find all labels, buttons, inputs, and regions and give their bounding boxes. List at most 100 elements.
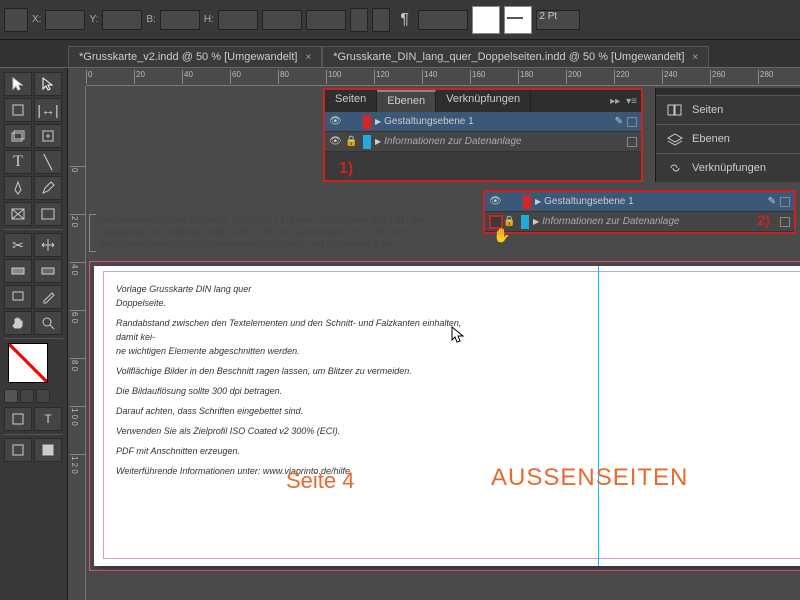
apply-none-icon[interactable] — [36, 389, 50, 403]
layer-row[interactable]: 👁 ▶ Gestaltungsebene 1 ✎ — [325, 112, 641, 132]
links-icon — [666, 161, 684, 175]
layers-icon — [666, 132, 684, 146]
zoom-tool[interactable] — [34, 311, 62, 335]
doc-tab-2[interactable]: *Grusskarte_DIN_lang_quer_Doppelseiten.i… — [322, 46, 709, 67]
disclosure-icon[interactable]: ▶ — [375, 137, 381, 146]
disclosure-icon[interactable]: ▶ — [375, 117, 381, 126]
view-mode-preview[interactable] — [34, 438, 62, 462]
selection-tool[interactable] — [4, 72, 32, 96]
dock-grip[interactable] — [656, 88, 800, 96]
template-text[interactable]: Vorlage Grusskarte DIN lang querDoppelse… — [116, 282, 466, 484]
w-field[interactable] — [160, 10, 200, 30]
select-square-icon[interactable] — [780, 197, 790, 207]
formatting-text-icon[interactable]: T — [34, 407, 62, 431]
fill-stroke-swatch[interactable] — [8, 343, 48, 383]
shear-field[interactable] — [306, 10, 346, 30]
apply-color-icon[interactable] — [4, 389, 18, 403]
page-tool[interactable] — [4, 98, 32, 122]
note-tool[interactable] — [4, 285, 32, 309]
pencil-tool[interactable] — [34, 176, 62, 200]
layer-name[interactable]: Gestaltungsebene 1 — [544, 196, 767, 207]
layer-color-icon — [363, 135, 371, 149]
visibility-icon[interactable]: 👁 — [329, 116, 345, 127]
select-square-icon[interactable] — [627, 137, 637, 147]
direct-selection-tool[interactable] — [34, 72, 62, 96]
fold-guide — [598, 266, 599, 566]
pen-target-icon[interactable]: ✎ — [768, 196, 776, 207]
h-label: H: — [204, 14, 214, 25]
pen-tool[interactable] — [4, 176, 32, 200]
x-label: X: — [32, 14, 41, 25]
close-icon[interactable]: × — [305, 52, 311, 63]
hand-cursor-icon: ✋ — [493, 227, 510, 244]
content-placer-tool[interactable] — [34, 124, 62, 148]
cursor-icon — [451, 326, 465, 344]
apply-gradient-icon[interactable] — [20, 389, 34, 403]
line-tool[interactable]: ╲ — [34, 150, 62, 174]
document-tabs: *Grusskarte_v2.indd @ 50 % [Umgewandelt]… — [0, 40, 800, 68]
fill-swatch[interactable] — [472, 6, 500, 34]
callout-bracket — [89, 214, 96, 252]
paragraph-style-field[interactable] — [418, 10, 468, 30]
content-collector-tool[interactable] — [4, 124, 32, 148]
flip-h-icon[interactable] — [350, 8, 368, 32]
tab-layers[interactable]: Ebenen — [377, 90, 436, 112]
flip-v-icon[interactable] — [372, 8, 390, 32]
visibility-icon[interactable]: 👁 — [489, 196, 505, 207]
gradient-swatch-tool[interactable] — [4, 259, 32, 283]
formatting-container-icon[interactable] — [4, 407, 32, 431]
view-mode-normal[interactable] — [4, 438, 32, 462]
lock-icon[interactable]: 🔒 — [345, 136, 359, 147]
pen-target-icon[interactable]: ✎ — [615, 116, 623, 127]
paragraph-style-icon[interactable]: ¶ — [400, 11, 409, 29]
layer-row[interactable]: 🔒 ▶ Informationen zur Datenanlage — [485, 212, 794, 232]
vertical-ruler[interactable]: 02 04 06 08 01 0 01 2 0 — [68, 86, 86, 600]
tab-pages[interactable]: Seiten — [325, 90, 377, 112]
x-field[interactable] — [45, 10, 85, 30]
transform-tool[interactable] — [34, 233, 62, 257]
panel-menu-icon[interactable]: ▾≡ — [626, 96, 637, 107]
reference-point-icon[interactable] — [4, 8, 28, 32]
layer-row[interactable]: 👁 ▶ Gestaltungsebene 1 ✎ — [485, 192, 794, 212]
stroke-swatch[interactable] — [504, 6, 532, 34]
rectangle-tool[interactable] — [34, 202, 62, 226]
disclosure-icon[interactable]: ▶ — [533, 217, 539, 226]
layer-name[interactable]: Informationen zur Datenanlage — [384, 136, 627, 147]
layer-row[interactable]: 👁 🔒 ▶ Informationen zur Datenanlage — [325, 132, 641, 152]
callout-text: Dokumentengröße mit Beschnitt: Offen 426… — [98, 214, 458, 250]
dock-pages[interactable]: Seiten — [656, 96, 800, 124]
lock-icon[interactable]: 🔒 — [503, 216, 517, 227]
disclosure-icon[interactable]: ▶ — [535, 197, 541, 206]
type-tool[interactable]: T — [4, 150, 32, 174]
gradient-feather-tool[interactable] — [34, 259, 62, 283]
tab-links[interactable]: Verknüpfungen — [436, 90, 531, 112]
visibility-icon[interactable]: 👁 — [329, 136, 345, 147]
y-field[interactable] — [102, 10, 142, 30]
dock-links[interactable]: Verknüpfungen — [656, 154, 800, 182]
eyedropper-tool[interactable] — [34, 285, 62, 309]
select-square-icon[interactable] — [780, 217, 790, 227]
rotate-field[interactable] — [262, 10, 302, 30]
layer-name[interactable]: Informationen zur Datenanlage — [542, 216, 780, 227]
layers-panel-2: 👁 ▶ Gestaltungsebene 1 ✎ 🔒 ▶ Information… — [483, 190, 796, 234]
layer-color-icon — [521, 215, 529, 229]
h-field[interactable] — [218, 10, 258, 30]
pages-icon — [666, 103, 684, 117]
panel-collapse-icon[interactable]: ▸▸ — [610, 96, 620, 107]
doc-tab-1[interactable]: *Grusskarte_v2.indd @ 50 % [Umgewandelt]… — [68, 46, 322, 67]
gap-tool[interactable]: |↔| — [34, 98, 62, 122]
layer-name[interactable]: Gestaltungsebene 1 — [384, 116, 614, 127]
select-square-icon[interactable] — [627, 117, 637, 127]
scissors-tool[interactable]: ✂ — [4, 233, 32, 257]
layer-color-icon — [523, 195, 531, 209]
tool-panel: |↔| T ╲ ✂ T — [0, 68, 68, 600]
dock-layers[interactable]: Ebenen — [656, 125, 800, 153]
rectangle-frame-tool[interactable] — [4, 202, 32, 226]
right-dock: Seiten Ebenen Verknüpfungen — [655, 88, 800, 182]
annotation-1: 1) — [339, 160, 353, 178]
hand-tool[interactable] — [4, 311, 32, 335]
close-icon[interactable]: × — [692, 52, 698, 63]
stroke-weight-field[interactable]: 2 Pt — [536, 10, 580, 30]
layers-panel-1: Seiten Ebenen Verknüpfungen ▸▸ ▾≡ 👁 ▶ Ges… — [323, 88, 643, 182]
horizontal-ruler[interactable]: 020406080100120140160180200220240260280 — [86, 68, 800, 86]
